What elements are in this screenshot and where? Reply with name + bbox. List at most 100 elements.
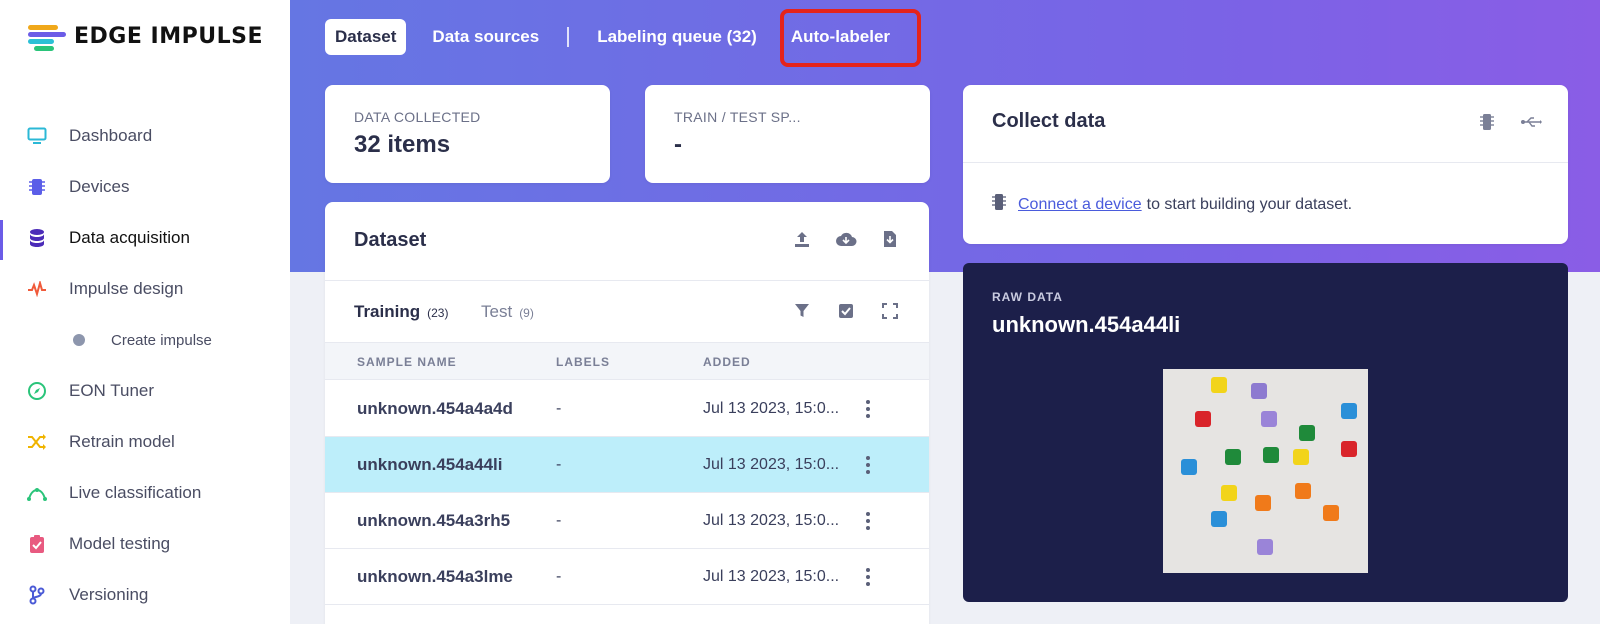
train-test-split-value: -	[674, 131, 682, 158]
tab-test-label: Test	[481, 302, 513, 321]
more-options-icon[interactable]	[865, 456, 871, 474]
edge-impulse-logo-icon	[28, 22, 68, 51]
filter-icon[interactable]	[791, 300, 813, 322]
more-options-icon[interactable]	[865, 400, 871, 418]
database-icon	[26, 227, 48, 249]
branch-icon	[26, 584, 48, 606]
column-labels[interactable]: LABELS	[556, 355, 610, 369]
tab-test[interactable]: Test (9)	[481, 302, 534, 322]
more-options-icon[interactable]	[865, 568, 871, 586]
usb-icon[interactable]	[1520, 111, 1542, 133]
sidebar-item-label: Live classification	[69, 483, 202, 502]
train-test-split-card: TRAIN / TEST SP... -	[645, 85, 930, 183]
sample-name: unknown.454a4a4d	[357, 399, 513, 418]
sample-added: Jul 13 2023, 15:0...	[703, 512, 840, 529]
collect-data-icons	[1476, 111, 1542, 133]
column-sample-name[interactable]: SAMPLE NAME	[357, 355, 457, 369]
sample-name: unknown.454a3rh5	[357, 511, 511, 530]
train-test-split-label: TRAIN / TEST SP...	[674, 109, 801, 125]
sidebar-item-label: Create impulse	[111, 331, 212, 349]
sample-name: unknown.454a3lme	[357, 567, 513, 586]
table-row[interactable]: unknown.454a3lme - Jul 13 2023, 15:0...	[325, 549, 929, 605]
dataset-actions	[791, 228, 901, 250]
sidebar: EDGE IMPULSE Dashboard Devices Data acqu…	[0, 0, 290, 624]
sidebar-item-dashboard[interactable]: Dashboard	[0, 114, 290, 158]
tab-training[interactable]: Training (23)	[354, 302, 448, 322]
device-icon	[992, 193, 1006, 216]
dataset-title: Dataset	[354, 229, 427, 251]
collect-data-message: Connect a device to start building your …	[992, 193, 1352, 216]
tab-data-sources[interactable]: Data sources	[422, 19, 549, 55]
sidebar-item-eon-tuner[interactable]: EON Tuner	[0, 369, 290, 413]
sidebar-item-label: Model testing	[69, 534, 171, 553]
sidebar-item-impulse-design[interactable]: Impulse design	[0, 267, 290, 311]
sidebar-item-live-classification[interactable]: Live classification	[0, 471, 290, 515]
divider	[963, 162, 1568, 163]
table-header: SAMPLE NAME LABELS ADDED	[325, 342, 929, 380]
sample-added: Jul 13 2023, 15:0...	[703, 456, 840, 473]
sample-labels: -	[556, 456, 562, 473]
table-row[interactable]: unknown.454a3rh5 - Jul 13 2023, 15:0...	[325, 493, 929, 549]
sample-labels: -	[556, 568, 562, 585]
table-row[interactable]: unknown.454a44li - Jul 13 2023, 15:0...	[325, 437, 929, 493]
sidebar-item-label: Devices	[69, 177, 130, 196]
brand-name: EDGE IMPULSE	[74, 23, 263, 49]
sample-labels: -	[556, 512, 562, 529]
collect-data-title: Collect data	[992, 110, 1106, 132]
sample-added: Jul 13 2023, 15:0...	[703, 400, 840, 417]
sidebar-item-retrain-model[interactable]: Retrain model	[0, 420, 290, 464]
sidebar-item-devices[interactable]: Devices	[0, 165, 290, 209]
collect-data-text: to start building your dataset.	[1146, 195, 1353, 213]
raw-data-panel: RAW DATA unknown.454a44li	[963, 263, 1568, 602]
sample-labels: -	[556, 400, 562, 417]
sidebar-item-label: Retrain model	[69, 432, 175, 451]
collect-data-card: Collect data Connect a device to start b…	[963, 85, 1568, 244]
shuffle-icon	[26, 431, 48, 453]
sidebar-item-label: Impulse design	[69, 279, 184, 298]
data-collected-card: DATA COLLECTED 32 items	[325, 85, 610, 183]
sidebar-item-model-testing[interactable]: Model testing	[0, 522, 290, 566]
tab-training-label: Training	[354, 302, 421, 321]
tab-dataset[interactable]: Dataset	[325, 19, 407, 55]
logo[interactable]: EDGE IMPULSE	[28, 22, 263, 51]
select-all-icon[interactable]	[835, 300, 857, 322]
upload-icon[interactable]	[791, 228, 813, 250]
pulse-icon	[26, 278, 48, 300]
sidebar-item-label: Data acquisition	[69, 228, 190, 247]
sample-name: unknown.454a44li	[357, 455, 503, 474]
sidebar-item-versioning[interactable]: Versioning	[0, 573, 290, 617]
tab-test-count: (9)	[519, 306, 534, 320]
monitor-icon	[26, 125, 48, 147]
raw-data-label: RAW DATA	[992, 290, 1063, 304]
more-options-icon[interactable]	[865, 512, 871, 530]
dataset-tools	[791, 300, 901, 322]
chip-icon	[26, 176, 48, 198]
sidebar-item-create-impulse[interactable]: Create impulse	[0, 318, 290, 362]
curve-icon	[26, 482, 48, 504]
sidebar-item-label: Versioning	[69, 585, 149, 604]
cloud-download-icon[interactable]	[835, 228, 857, 250]
data-collected-value: 32 items	[354, 131, 451, 158]
divider	[325, 280, 929, 281]
sidebar-item-label: EON Tuner	[69, 381, 155, 400]
dot-icon	[68, 329, 90, 351]
data-collected-label: DATA COLLECTED	[354, 109, 481, 125]
table-row[interactable]: unknown.454a4a4d - Jul 13 2023, 15:0...	[325, 381, 929, 437]
raw-data-sample-name: unknown.454a44li	[992, 312, 1181, 337]
file-download-icon[interactable]	[879, 228, 901, 250]
expand-icon[interactable]	[879, 300, 901, 322]
connect-device-link[interactable]: Connect a device	[1018, 196, 1142, 214]
sample-image	[1163, 369, 1368, 573]
sidebar-item-label: Dashboard	[69, 126, 153, 145]
tab-training-count: (23)	[427, 306, 449, 320]
tab-separator	[567, 27, 570, 47]
dataset-card: Dataset Training (23) Test (9) SAMPLE NA…	[325, 202, 929, 624]
auto-labeler-highlight	[780, 9, 921, 67]
tab-labeling-queue[interactable]: Labeling queue (32)	[587, 19, 767, 55]
column-added[interactable]: ADDED	[703, 355, 751, 369]
device-icon[interactable]	[1476, 111, 1498, 133]
sidebar-item-data-acquisition[interactable]: Data acquisition	[0, 216, 290, 260]
compass-icon	[26, 380, 48, 402]
clipboard-check-icon	[26, 533, 48, 555]
sample-added: Jul 13 2023, 15:0...	[703, 568, 840, 585]
